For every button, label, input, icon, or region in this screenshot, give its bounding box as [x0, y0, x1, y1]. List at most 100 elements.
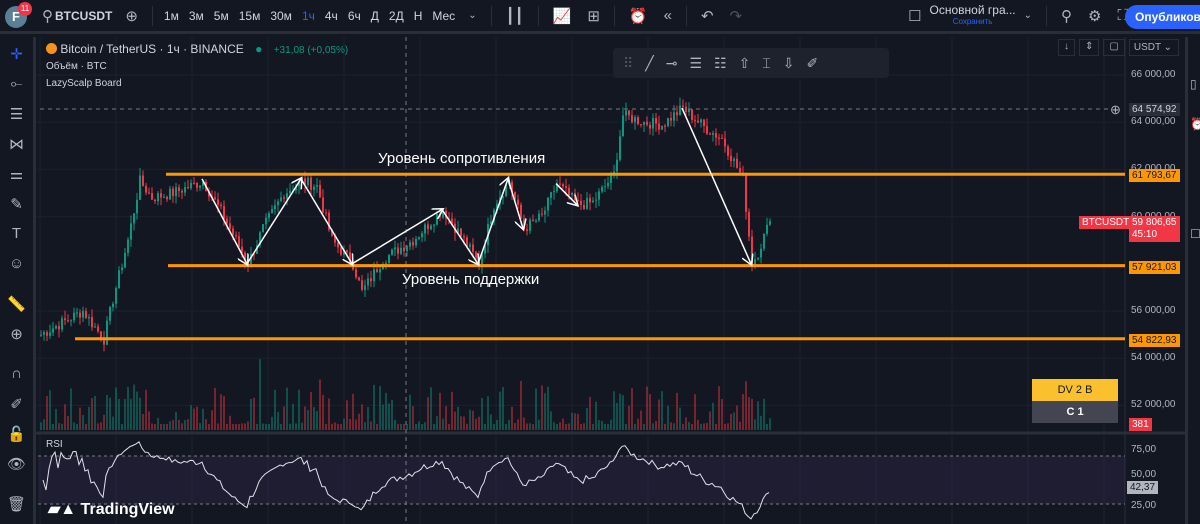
candle-body [580, 200, 582, 206]
candle-body [433, 224, 435, 226]
brush-icon[interactable]: ✐ [806, 55, 818, 72]
candle-body [406, 246, 408, 252]
candle-body [88, 317, 90, 319]
candle-body [571, 192, 573, 196]
volume-bar [337, 423, 339, 430]
currency-select[interactable]: USDT ⌄ [1128, 39, 1179, 56]
volume-bar [592, 423, 594, 430]
candle-body [535, 220, 537, 222]
candle-body [586, 197, 588, 209]
volume-bar [229, 415, 231, 430]
auto-scale-icon[interactable]: ▢ [1103, 39, 1125, 56]
volume-bar [742, 394, 744, 430]
volume-bar [520, 380, 522, 430]
candle-body [715, 132, 717, 138]
scale-controls: ↓ ⇕ ▢ USDT ⌄ [1058, 39, 1179, 56]
candle-body [418, 237, 420, 239]
volume-bar [628, 405, 630, 430]
candle-body [58, 326, 60, 330]
volume-bar [433, 423, 435, 430]
volume-bar [295, 423, 297, 430]
candle-body [547, 197, 549, 211]
price-range-icon[interactable]: ⌶ [762, 55, 770, 72]
volume-bar [541, 385, 543, 430]
volume-bar [373, 384, 375, 430]
tradingview-logo[interactable]: ▰▲ TradingView [48, 499, 175, 519]
scroll-down-icon[interactable]: ↓ [1058, 39, 1075, 56]
volume-bar [412, 406, 414, 430]
volume-bar [277, 412, 279, 430]
volume-bar [502, 386, 504, 430]
candle-body [658, 123, 660, 130]
candle-body [619, 136, 621, 160]
volume-bar [469, 409, 471, 430]
volume-bar [475, 418, 477, 430]
volume-bar [601, 420, 603, 430]
volume-bar [310, 391, 312, 430]
rsi-legend[interactable]: RSI [46, 439, 63, 450]
volume-bar [439, 392, 441, 430]
arrow-drawing [246, 179, 301, 265]
volume-bar [253, 397, 255, 430]
candle-body [307, 177, 309, 185]
candle-body [601, 186, 603, 192]
volume-bar [169, 421, 171, 430]
volume-bar [82, 414, 84, 430]
candle-body [664, 125, 666, 127]
arrow-down-icon[interactable]: ⇩ [783, 55, 795, 72]
volume-bar [748, 397, 750, 430]
trend-line-icon[interactable]: ╱ [645, 55, 653, 72]
indicator-legend[interactable]: LazyScalp Board [46, 78, 348, 89]
volume-bar [664, 423, 666, 430]
price-axis-label: 66 000,00 [1131, 69, 1176, 80]
volume-bar [190, 405, 192, 430]
candle-body [475, 251, 477, 258]
arrow-up-icon[interactable]: ⇧ [739, 55, 751, 72]
volume-bar [466, 423, 468, 430]
volume-bar [43, 419, 45, 430]
volume-legend[interactable]: Объём · BTC [46, 61, 348, 72]
candle-body [685, 106, 687, 112]
candle-body [763, 233, 765, 249]
add-alert-icon[interactable]: ⊕ [1110, 102, 1121, 118]
parallel-channel-icon[interactable]: ☰ [689, 55, 702, 72]
candle-body [199, 185, 201, 188]
candle-body [226, 218, 228, 224]
watchlist-icon[interactable]: ▯ [1190, 77, 1197, 91]
drag-handle-icon[interactable]: ⠿ [623, 55, 633, 72]
support-label: Уровень поддержки [402, 271, 540, 288]
volume-bar [400, 423, 402, 430]
chat-icon[interactable]: ☐ [1190, 227, 1200, 241]
candle-body [400, 247, 402, 254]
candle-body [661, 125, 663, 130]
volume-bar [202, 408, 204, 430]
volume-bar [607, 423, 609, 430]
volume-bar [478, 416, 480, 430]
candle-body [286, 193, 288, 199]
symbol-title[interactable]: Bitcoin / TetherUS · 1ч · BINANCE [60, 42, 243, 56]
candle-body [361, 280, 363, 290]
candle-body [172, 188, 174, 197]
volume-bar [505, 423, 507, 430]
volume-bar [559, 422, 561, 430]
volume-bar [424, 422, 426, 430]
volume-bar [250, 398, 252, 430]
volume-bar [91, 398, 93, 430]
fib-retracement-icon[interactable]: ☷ [714, 55, 727, 72]
alerts-icon[interactable]: ⏰ [1190, 117, 1200, 131]
candle-body [70, 320, 72, 322]
volume-bar [85, 423, 87, 430]
candle-body [532, 219, 534, 221]
candle-body [94, 326, 96, 328]
volume-bar [511, 406, 513, 430]
volume-bar [265, 423, 267, 430]
volume-bar [199, 423, 201, 430]
candle-body [127, 239, 129, 253]
volume-bar [388, 403, 390, 430]
horizontal-ray-icon[interactable]: ⊸ [666, 55, 678, 72]
candle-body [46, 332, 48, 336]
volume-bar [751, 398, 753, 430]
volume-bar [529, 423, 531, 430]
collapse-icon[interactable]: ⇕ [1079, 39, 1100, 56]
candle-body [373, 269, 375, 282]
